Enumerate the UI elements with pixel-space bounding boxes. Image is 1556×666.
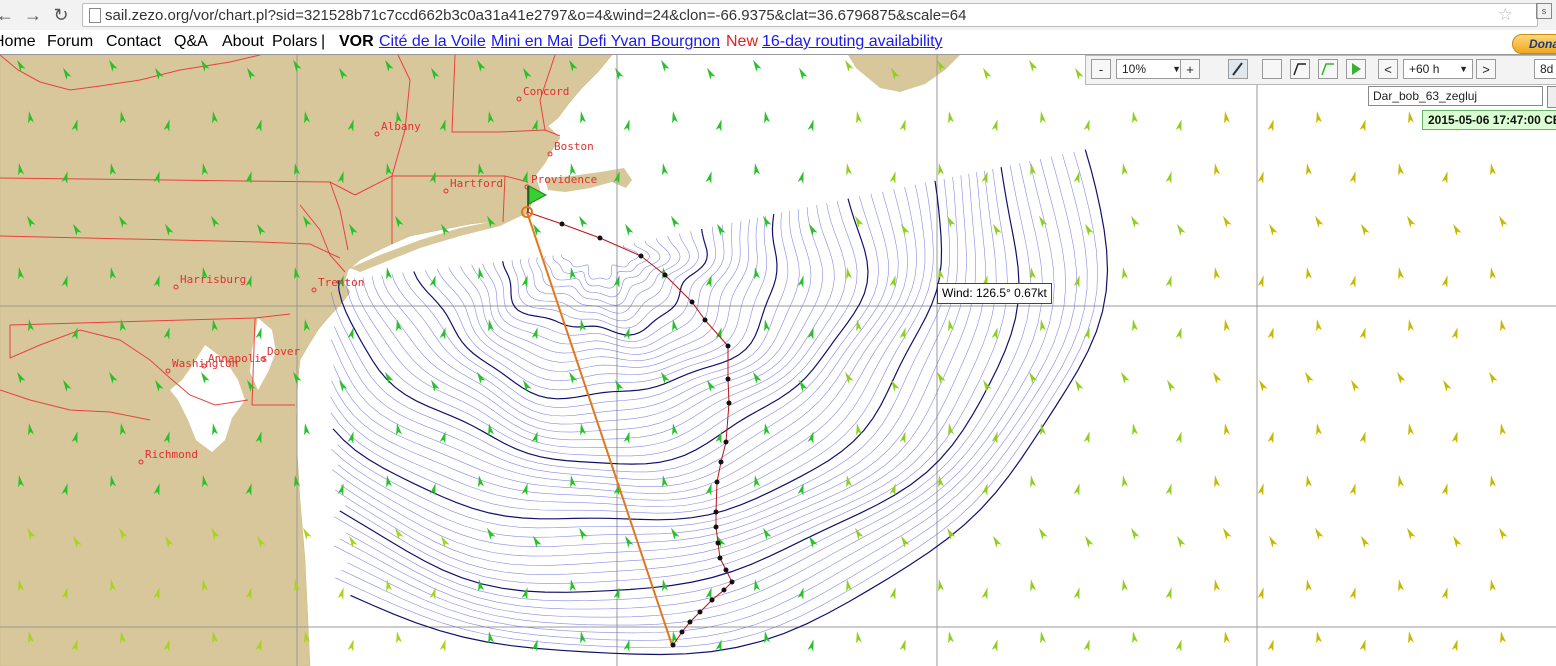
track-point [702,317,708,323]
boat-name-input[interactable]: Dar_bob_63_zegluj [1368,86,1543,106]
track-point [687,619,693,625]
track-point [713,509,719,515]
time-next-button[interactable]: > [1476,59,1496,79]
zoom-out-button[interactable]: - [1091,59,1111,79]
forward-arrow-icon[interactable]: → [22,4,44,26]
zoom-in-button[interactable]: + [1180,59,1200,79]
url-text[interactable]: sail.zezo.org/vor/chart.pl?sid=321528b71… [105,7,967,24]
track-point [721,587,727,593]
nav-forum-link[interactable]: Forum [47,31,93,53]
nav-new-label: New [726,33,759,50]
nav-cite-link[interactable]: Cité de la Voile [379,31,486,53]
track-point [709,597,715,603]
track-point [725,376,731,382]
time-prev-button[interactable]: < [1378,59,1398,79]
address-bar[interactable]: sail.zezo.org/vor/chart.pl?sid=321528b71… [82,3,1538,27]
wind-tooltip: Wind: 126.5° 0.67kt [937,283,1052,304]
city-label: Providence [531,173,597,186]
city-label: Washington [172,357,238,370]
blank-tool-button[interactable] [1262,59,1282,79]
donate-button[interactable]: Donate [1512,34,1556,54]
nav-contact-link[interactable]: Contact [106,31,161,53]
track-point [729,579,735,585]
nav-qa-link[interactable]: Q&A [174,31,208,53]
page-icon [89,8,101,23]
bookmark-star-icon[interactable]: ☆ [1498,5,1513,25]
nav-vor-label: VOR [339,33,374,50]
city-label: Richmond [145,448,198,461]
city-label: Albany [381,120,421,133]
nav-separator: | [321,33,326,50]
track-point [717,555,723,561]
zoom-value: 10% [1122,62,1147,76]
chart-map[interactable]: Concord Albany Boston Hartford Providence Har… [0,55,1556,666]
time-offset-value: +60 h [1409,62,1440,76]
isochrone-tool-icon[interactable] [1318,59,1338,79]
city-label: Boston [554,140,594,153]
track-point [670,642,676,648]
track-point [697,609,703,615]
track-point [559,221,565,227]
nav-about-link[interactable]: About [222,31,264,53]
track-point [689,299,695,305]
city-label: Harrisburg [180,273,246,286]
nav-mini-link[interactable]: Mini en Mai [491,31,573,53]
track-point [723,439,729,445]
track-point [715,540,721,546]
site-navigation: Home Forum Contact Q&A About Polars | VO… [0,30,1556,55]
pen-tool-icon[interactable] [1228,59,1248,79]
track-point [726,400,732,406]
track-point [725,343,731,349]
nav-routing-link[interactable]: 16-day routing availability [762,31,943,53]
line-tool-icon[interactable] [1290,59,1310,79]
chevron-down-icon: ▼ [1459,64,1468,74]
city-label: Dover [267,345,300,358]
nav-polars-link[interactable]: Polars [272,31,317,53]
city-label: Hartford [450,177,503,190]
reload-icon[interactable]: ↻ [50,4,72,26]
zoom-select[interactable]: 10% ▼ [1116,59,1186,79]
boat-go-button[interactable] [1547,86,1556,108]
date-display: 2015-05-06 17:47:00 CET [1422,110,1556,130]
track-point [597,235,603,241]
track-point [718,459,724,465]
time-offset-select[interactable]: +60 h ▼ [1403,59,1473,79]
browser-toolbar: ← → ↻ sail.zezo.org/vor/chart.pl?sid=321… [0,0,1556,31]
track-point [713,524,719,530]
city-label: Trenton [318,276,364,289]
track-point [662,272,668,278]
track-point [723,567,729,573]
play-icon[interactable] [1346,59,1366,79]
track-point [714,479,720,485]
chart-controls: - 10% ▼ + < +60 h ▼ > 8d [1085,55,1556,85]
city-label: Concord [523,85,569,98]
back-arrow-icon[interactable]: ← [0,4,16,26]
track-point [638,253,644,259]
extension-icon[interactable]: s [1536,3,1552,19]
nav-defi-link[interactable]: Defi Yvan Bourgnon [578,31,720,53]
track-point [679,629,685,635]
nav-home-link[interactable]: Home [0,31,36,53]
range-select[interactable]: 8d [1534,59,1556,79]
